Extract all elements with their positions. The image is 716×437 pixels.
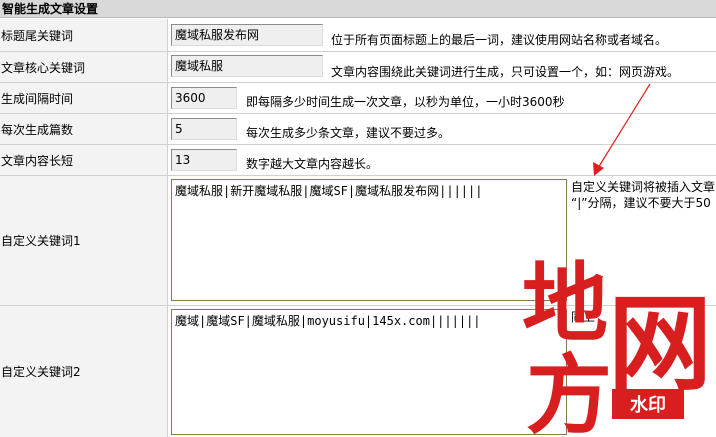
section-title: 智能生成文章设置 — [2, 2, 99, 16]
core-keyword-input[interactable]: 魔域私服 — [171, 55, 323, 77]
count-input[interactable]: 5 — [171, 118, 237, 140]
field-label: 文章内容长短 — [0, 145, 168, 175]
section-header: 智能生成文章设置 — [0, 0, 716, 18]
watermark-char-3: 网 — [608, 282, 712, 405]
watermark-char-1: 地 — [522, 253, 608, 354]
title-suffix-input[interactable]: 魔域私服发布网 — [171, 24, 323, 46]
custom-keywords-1-textarea[interactable]: 魔域私服|新开魔域私服|魔域SF|魔域私服发布网|||||| — [171, 179, 567, 301]
field-label: 文章核心关键词 — [0, 52, 168, 82]
field-hint: 即每隔多少时间生成一次文章，以秒为单位，一小时3600秒 — [246, 95, 565, 109]
field-label: 生成间隔时间 — [0, 83, 168, 113]
field-label: 每次生成篇数 — [0, 114, 168, 144]
custom-keywords-note-line1: 自定义关键词将被插入文章 — [571, 180, 716, 194]
field-label: 标题尾关键词 — [0, 19, 168, 51]
interval-input[interactable]: 3600 — [171, 87, 237, 109]
custom-keywords-note-line2: “|”分隔，建议不要大于50 — [571, 196, 711, 210]
watermark-logo: 地 方 网 水印 — [522, 253, 712, 437]
field-label: 自定义关键词2 — [0, 306, 168, 437]
field-label: 自定义关键词1 — [0, 176, 168, 305]
length-input[interactable]: 13 — [171, 149, 237, 171]
field-hint: 每次生成多少条文章，建议不要过多。 — [246, 126, 451, 140]
annotation-arrow — [593, 83, 651, 176]
watermark-badge-text: 水印 — [630, 394, 666, 416]
field-hint: 文章内容围绕此关键词进行生成，只可设置一个，如：网页游戏。 — [331, 65, 680, 79]
field-hint: 位于所有页面标题上的最后一词，建议使用网站名称或者域名。 — [331, 33, 668, 47]
field-hint: 数字越大文章内容越长。 — [246, 157, 379, 171]
form-row-title-suffix: 标题尾关键词 魔域私服发布网 位于所有页面标题上的最后一词，建议使用网站名称或者… — [0, 19, 716, 52]
watermark-char-2: 方 — [526, 345, 612, 437]
form-row-core-keyword: 文章核心关键词 魔域私服 文章内容围绕此关键词进行生成，只可设置一个，如：网页游… — [0, 52, 716, 83]
custom-keywords-2-textarea[interactable]: 魔域|魔域SF|魔域私服|moyusifu|145x.com||||||| — [171, 309, 567, 435]
